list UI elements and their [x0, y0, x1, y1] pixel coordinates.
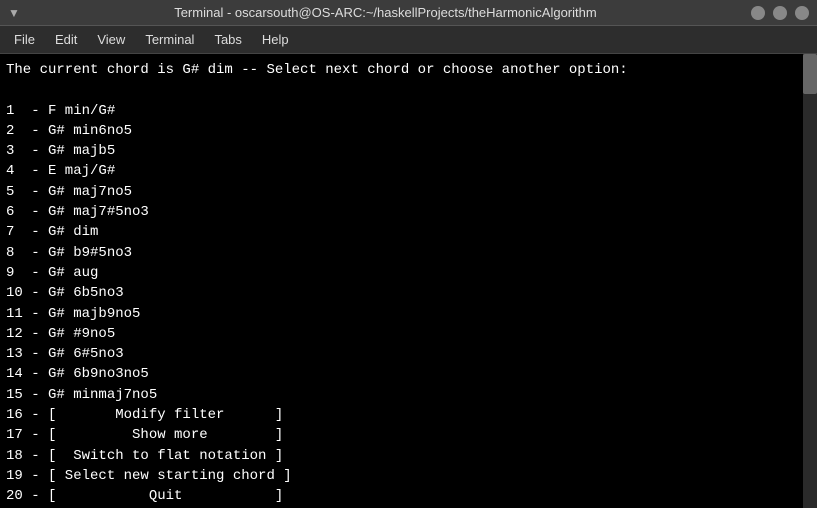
menubar: File Edit View Terminal Tabs Help [0, 26, 817, 54]
menu-help[interactable]: Help [252, 28, 299, 51]
window-maximize-button[interactable] [795, 6, 809, 20]
window-minimize-button[interactable] [773, 6, 787, 20]
window-hide-button[interactable] [751, 6, 765, 20]
terminal-output[interactable]: The current chord is G# dim -- Select ne… [0, 54, 817, 508]
window-title: Terminal - oscarsouth@OS-ARC:~/haskellPr… [20, 5, 751, 20]
terminal-wrapper: The current chord is G# dim -- Select ne… [0, 54, 817, 508]
menu-edit[interactable]: Edit [45, 28, 87, 51]
scrollbar-thumb[interactable] [803, 54, 817, 94]
scrollbar[interactable] [803, 54, 817, 508]
menu-file[interactable]: File [4, 28, 45, 51]
titlebar: ▼ Terminal - oscarsouth@OS-ARC:~/haskell… [0, 0, 817, 26]
titlebar-left: ▼ [8, 6, 20, 20]
menu-terminal[interactable]: Terminal [135, 28, 204, 51]
chevron-icon[interactable]: ▼ [8, 6, 20, 20]
menu-tabs[interactable]: Tabs [204, 28, 251, 51]
window-controls [751, 6, 809, 20]
menu-view[interactable]: View [87, 28, 135, 51]
